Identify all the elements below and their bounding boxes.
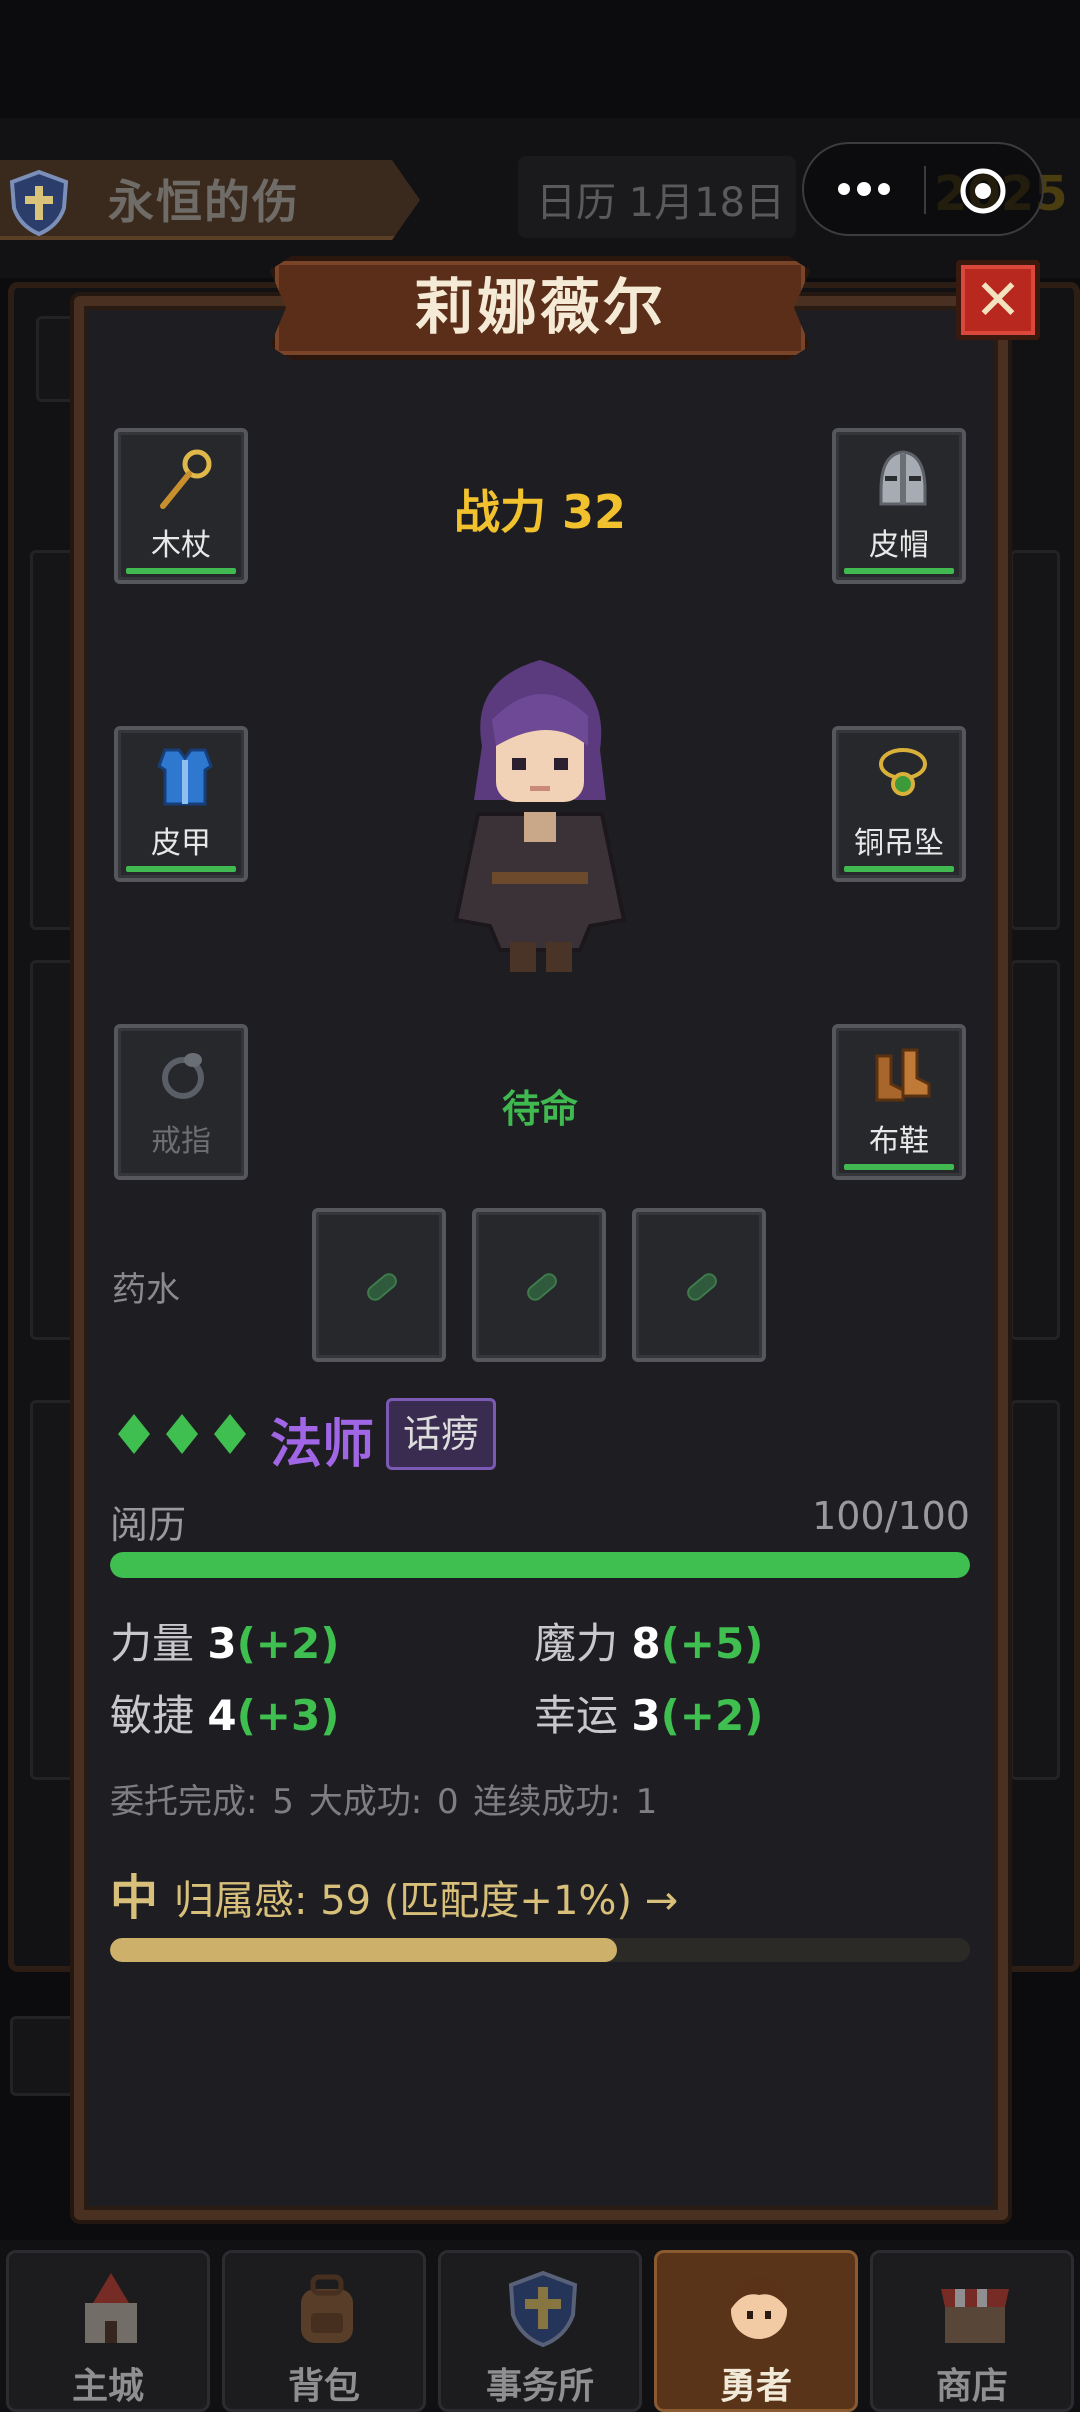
stat-luck: 幸运 3(+2) <box>534 1682 763 1743</box>
rank-diamonds-icon <box>118 1414 246 1454</box>
durability-bar <box>126 568 236 574</box>
background-card <box>1010 1400 1060 1780</box>
experience-label: 阅历 <box>110 1503 187 1547</box>
stat-agility: 敏捷 4(+3) <box>110 1682 339 1743</box>
stat-value: 3 <box>631 1691 661 1740</box>
potion-icon <box>527 1273 557 1301</box>
armor-icon <box>157 748 213 806</box>
helmet-icon <box>879 450 927 506</box>
capsule-divider <box>924 166 926 214</box>
stat-value: 4 <box>207 1691 237 1740</box>
stat-bonus: (+2) <box>660 1691 764 1740</box>
shop-icon <box>941 2289 1009 2343</box>
background-card <box>10 2016 76 2096</box>
stat-bonus: (+3) <box>236 1691 340 1740</box>
equip-slot-armor[interactable]: 皮甲 <box>114 726 248 882</box>
boots-icon <box>875 1048 931 1102</box>
experience-bar-fill <box>110 1552 970 1578</box>
miniprogram-capsule <box>802 142 1044 236</box>
pendant-icon <box>879 748 927 796</box>
background-card <box>1010 960 1060 1340</box>
stat-value: 8 <box>631 1619 661 1668</box>
background-card <box>30 550 76 930</box>
nav-item-shop[interactable]: 商店 <box>870 2250 1074 2412</box>
nav-label: 勇者 <box>719 2366 792 2407</box>
nav-label: 主城 <box>71 2366 144 2407</box>
staff-icon <box>160 449 212 509</box>
guild-shield-icon <box>9 170 69 236</box>
equip-label: 戒指 <box>151 1124 211 1159</box>
stat-label: 魔力 <box>534 1619 619 1668</box>
stat-bonus: (+2) <box>236 1619 340 1668</box>
backpack-icon <box>301 2274 353 2343</box>
durability-bar <box>844 866 954 872</box>
belonging-bar <box>110 1938 970 1962</box>
close-button[interactable]: ✕ <box>956 260 1040 340</box>
equip-label: 木杖 <box>151 528 211 563</box>
nav-label: 商店 <box>935 2366 1008 2407</box>
potion-slot-2[interactable] <box>472 1208 606 1362</box>
close-icon: ✕ <box>974 268 1022 333</box>
hero-face-icon <box>731 2277 787 2339</box>
stat-strength: 力量 3(+2) <box>110 1610 339 1671</box>
equip-label: 皮帽 <box>869 528 929 563</box>
belonging-text: 归属感: 59 (匹配度+1%) → <box>174 1878 679 1924</box>
equip-label: 布鞋 <box>869 1124 929 1159</box>
experience-bar <box>110 1552 970 1578</box>
equip-slot-boots[interactable]: 布鞋 <box>832 1024 966 1180</box>
stat-magic: 魔力 8(+5) <box>534 1610 763 1671</box>
close-miniprogram-icon[interactable] <box>958 166 1008 216</box>
belonging-row[interactable]: 中归属感: 59 (匹配度+1%) → <box>110 1858 678 1928</box>
equip-slot-helmet[interactable]: 皮帽 <box>832 428 966 584</box>
equip-label: 铜吊坠 <box>854 826 944 861</box>
nav-item-bag[interactable]: 背包 <box>222 2250 426 2412</box>
belonging-level: 中 <box>110 1870 159 1926</box>
equip-slot-necklace[interactable]: 铜吊坠 <box>832 726 966 882</box>
equip-slot-ring[interactable]: 戒指 <box>114 1024 248 1180</box>
hero-status: 待命 <box>501 1087 578 1131</box>
hero-name-title: 莉娜薇尔 <box>414 273 666 343</box>
combat-power: 战力 32 <box>453 485 627 539</box>
nav-item-office[interactable]: 事务所 <box>438 2250 642 2412</box>
calendar-date: 日历 1月18日 <box>536 180 786 226</box>
potion-icon <box>687 1273 717 1301</box>
trait-badge[interactable]: 话痨 <box>386 1398 497 1470</box>
castle-icon <box>85 2273 137 2343</box>
ring-icon <box>162 1053 204 1099</box>
hero-portrait <box>453 660 627 972</box>
potion-label: 药水 <box>112 1270 180 1310</box>
nav-label: 事务所 <box>485 2366 594 2407</box>
durability-bar <box>844 1164 954 1170</box>
potion-slot-1[interactable] <box>312 1208 446 1362</box>
class-name: 法师 <box>270 1415 375 1475</box>
belonging-bar-fill <box>110 1938 618 1962</box>
background-card <box>1010 550 1060 930</box>
durability-bar <box>844 568 954 574</box>
experience-value: 100/100 <box>812 1494 970 1538</box>
background-card <box>30 960 76 1340</box>
quest-records: 委托完成: 5 大成功: 0 连续成功: 1 <box>110 1782 658 1822</box>
stat-label: 敏捷 <box>110 1691 195 1740</box>
equip-slot-weapon[interactable]: 木杖 <box>114 428 248 584</box>
guild-name: 永恒的伤 <box>108 175 300 229</box>
nav-item-home[interactable]: 主城 <box>6 2250 210 2412</box>
stat-value: 3 <box>207 1619 237 1668</box>
potion-icon <box>367 1273 397 1301</box>
background-card <box>30 1400 76 1780</box>
shield-icon <box>508 2270 578 2348</box>
nav-label: 背包 <box>287 2366 360 2407</box>
nav-item-hero[interactable]: 勇者 <box>654 2250 858 2412</box>
stat-label: 幸运 <box>534 1691 619 1740</box>
equip-label: 皮甲 <box>151 826 211 861</box>
background-card <box>36 316 76 402</box>
potion-slot-3[interactable] <box>632 1208 766 1362</box>
durability-bar <box>126 866 236 872</box>
stat-label: 力量 <box>110 1619 195 1668</box>
more-icon[interactable] <box>834 174 894 204</box>
stat-bonus: (+5) <box>660 1619 764 1668</box>
